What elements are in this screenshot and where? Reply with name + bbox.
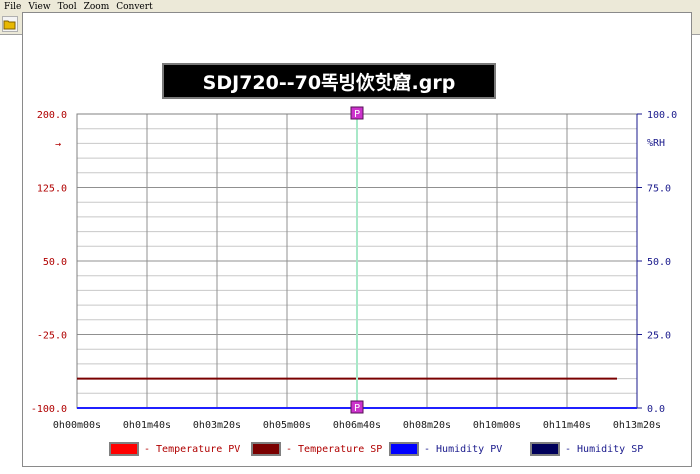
right-axis-tick-label: 75.0 bbox=[647, 184, 671, 195]
cursor-top-label: P bbox=[354, 109, 360, 120]
left-axis-tick-label: -25.0 bbox=[37, 331, 67, 342]
right-axis-tick-label: 100.0 bbox=[647, 110, 677, 121]
legend-label: - Temperature SP bbox=[286, 444, 382, 455]
right-axis-unit: %RH bbox=[647, 138, 665, 149]
left-axis-tick-label: 200.0 bbox=[37, 110, 67, 121]
chart-svg: 200.0 125.0 50.0 -25.0 -100.0 → 100.0 75.0 50.0 2… bbox=[31, 106, 677, 456]
legend-label: - Humidity PV bbox=[424, 444, 502, 455]
cursor-bottom-label: P bbox=[354, 403, 360, 414]
x-axis-tick-label: 0h00m00s bbox=[53, 420, 101, 431]
left-axis-arrow: → bbox=[55, 139, 61, 150]
left-axis-tick-label: -100.0 bbox=[31, 404, 67, 415]
x-axis-tick-label: 0h03m20s bbox=[193, 420, 241, 431]
legend-swatch bbox=[109, 442, 139, 456]
legend-swatch bbox=[530, 442, 560, 456]
right-axis-tick-label: 50.0 bbox=[647, 257, 671, 268]
left-axis-tick-label: 125.0 bbox=[37, 184, 67, 195]
right-axis-tick-label: 25.0 bbox=[647, 331, 671, 342]
legend-swatch bbox=[389, 442, 419, 456]
legend-label: - Temperature PV bbox=[144, 444, 240, 455]
x-axis-tick-label: 0h05m00s bbox=[263, 420, 311, 431]
x-axis-tick-label: 0h11m40s bbox=[543, 420, 591, 431]
left-axis-tick-label: 50.0 bbox=[43, 257, 67, 268]
x-axis-tick-label: 0h10m00s bbox=[473, 420, 521, 431]
x-axis-tick-label: 0h13m20s bbox=[613, 420, 661, 431]
x-axis-tick-label: 0h01m40s bbox=[123, 420, 171, 431]
x-axis-tick-label: 0h08m20s bbox=[403, 420, 451, 431]
legend-label: - Humidity SP bbox=[565, 444, 643, 455]
right-axis-tick-label: 0.0 bbox=[647, 404, 665, 415]
legend-swatch bbox=[251, 442, 281, 456]
x-axis-tick-label: 0h06m40s bbox=[333, 420, 381, 431]
